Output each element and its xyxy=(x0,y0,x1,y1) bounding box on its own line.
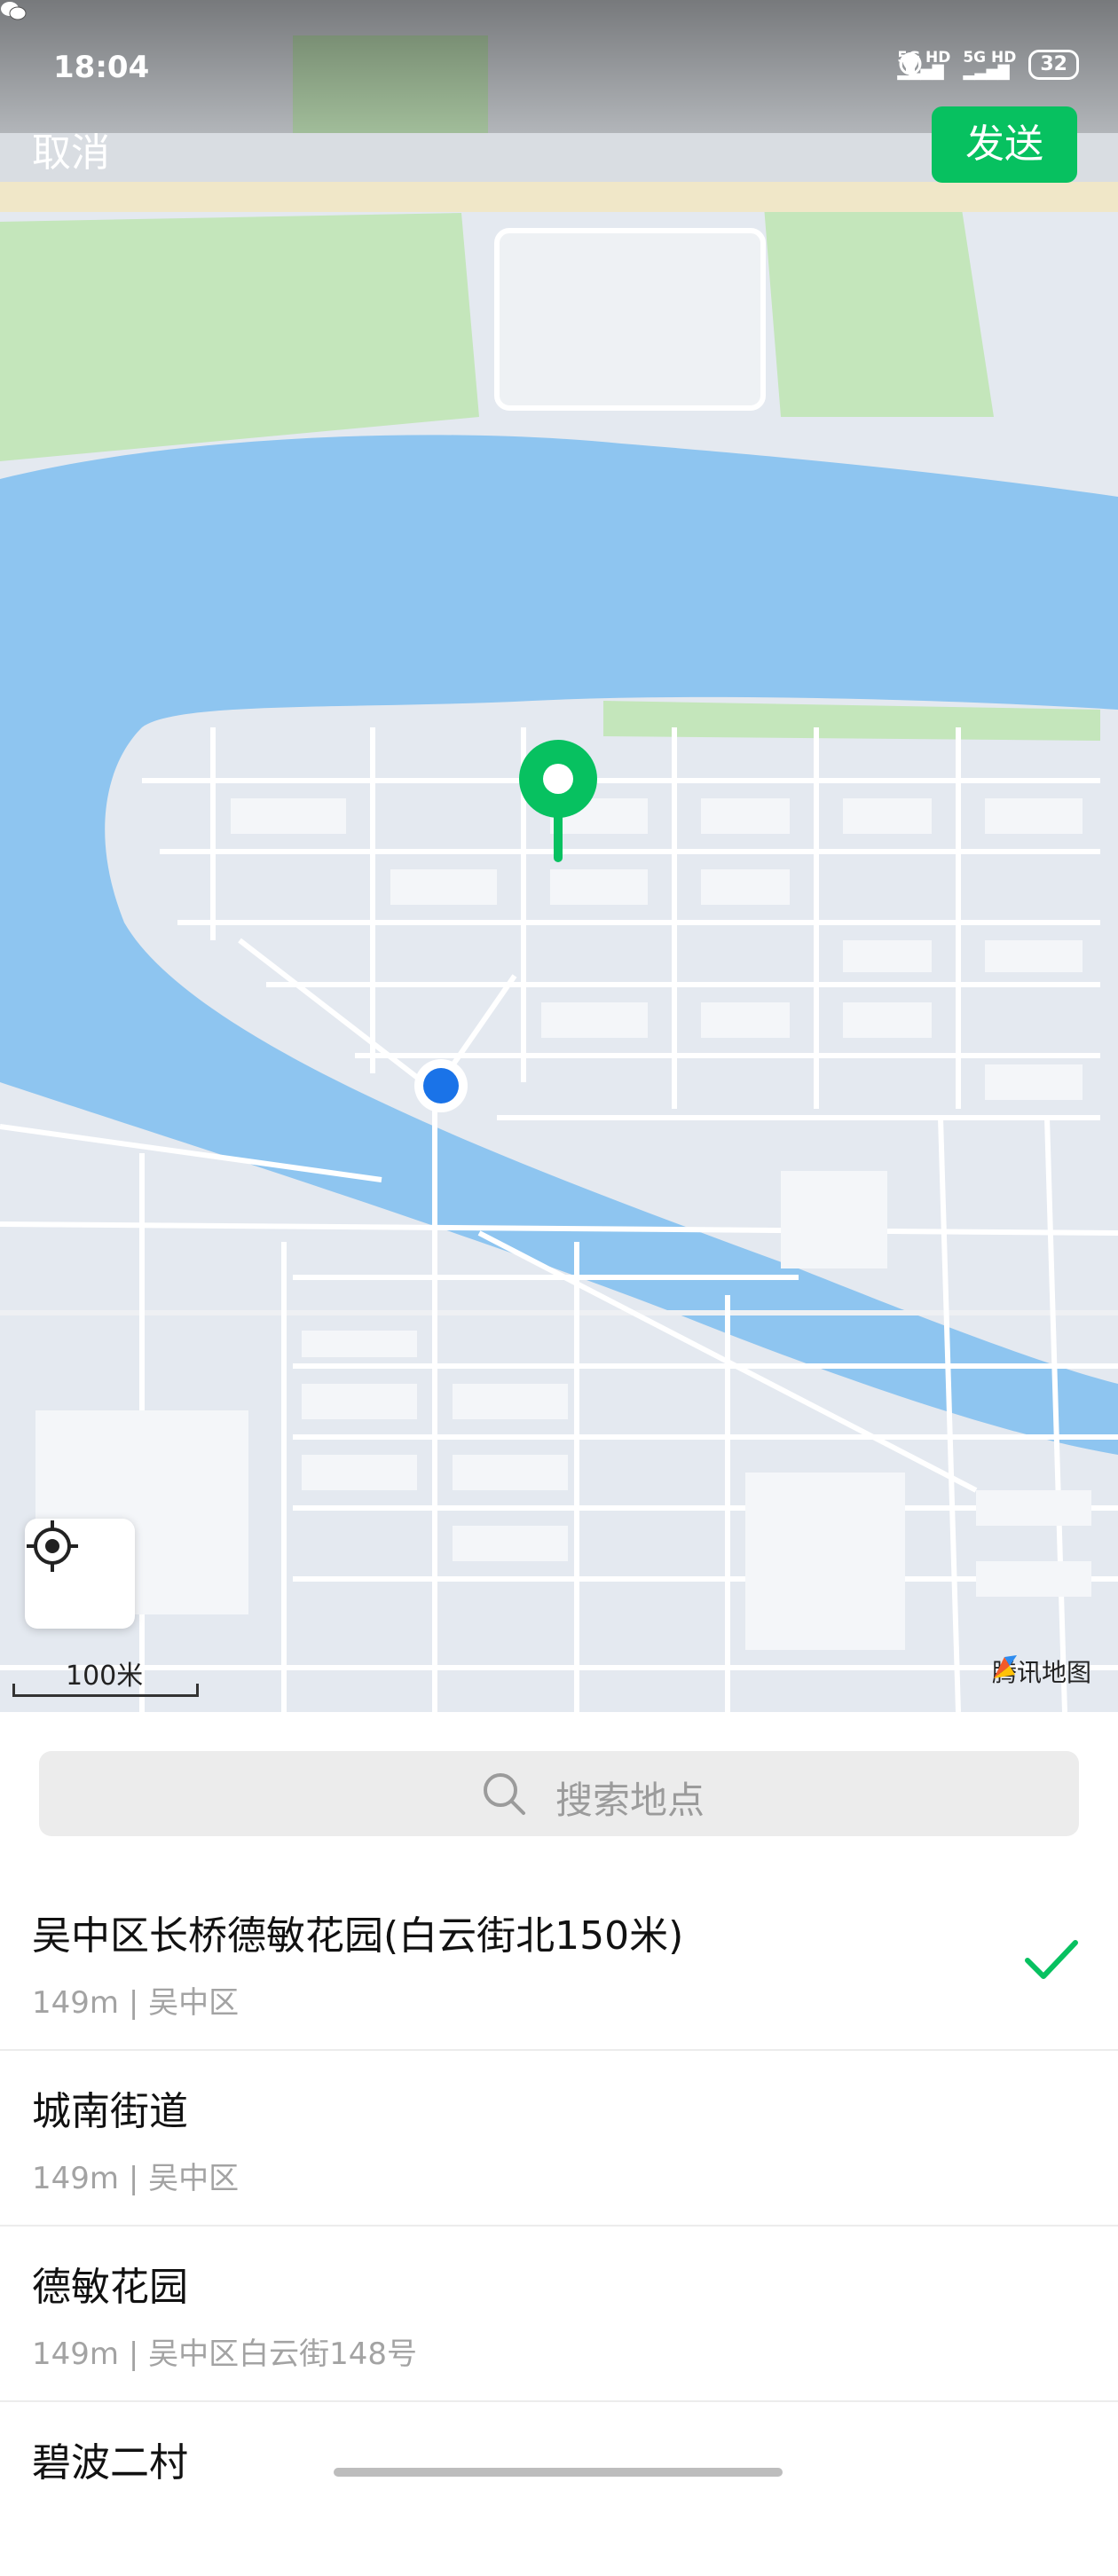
status-right-group: 5G HD ▂▃▅▇ 5G HD ▂▃▅▇ 32 xyxy=(897,50,1079,80)
wechat-icon xyxy=(1,2,27,20)
search-icon xyxy=(484,1773,525,1815)
map-scale-bar xyxy=(12,1684,199,1697)
list-item-subtitle: 149m | 吴中区 xyxy=(32,2161,240,2196)
send-button[interactable]: 发送 xyxy=(932,106,1077,183)
list-item-subtitle: 149m | 吴中区白云街148号 xyxy=(32,2336,417,2372)
search-placeholder: 搜索地点 xyxy=(555,1779,705,1822)
crosshair-icon xyxy=(27,1520,78,1572)
list-item[interactable]: 德敏花园 149m | 吴中区白云街148号 xyxy=(0,2227,1118,2402)
list-item[interactable]: 碧波二村 xyxy=(0,2402,1118,2576)
list-item[interactable]: 城南街道 149m | 吴中区 xyxy=(0,2051,1118,2227)
map-main-road xyxy=(0,182,1118,212)
list-item-title: 德敏花园 xyxy=(32,2265,188,2310)
cancel-button[interactable]: 取消 xyxy=(32,121,110,177)
list-item-title: 碧波二村 xyxy=(32,2440,188,2486)
map-park-north-east xyxy=(763,186,994,417)
checkmark-icon xyxy=(1025,1940,1078,1979)
map-campus xyxy=(494,228,766,411)
locate-me-button[interactable] xyxy=(25,1519,135,1629)
battery-indicator: 32 xyxy=(1028,50,1079,80)
list-item[interactable]: 吴中区长桥德敏花园(白云街北150米) 149m | 吴中区 xyxy=(0,1875,1118,2051)
tencent-map-logo-icon xyxy=(993,1655,1017,1678)
signal-2: 5G HD ▂▃▅▇ xyxy=(963,49,1017,81)
home-indicator[interactable] xyxy=(334,2468,783,2477)
map-canvas[interactable] xyxy=(0,0,1118,1712)
user-location-dot-icon xyxy=(414,1059,468,1112)
search-input[interactable]: 搜索地点 xyxy=(39,1751,1079,1836)
map-view[interactable]: 18:04 5G HD ▂▃▅▇ 5G HD ▂▃▅▇ 32 取消 发送 100… xyxy=(0,0,1118,1712)
list-item-title: 吴中区长桥德敏花园(白云街北150米) xyxy=(32,1913,684,1959)
status-time: 18:04 xyxy=(53,50,150,85)
map-brand: 腾讯地图 xyxy=(992,1653,1091,1689)
list-item-title: 城南街道 xyxy=(32,2089,188,2134)
list-item-subtitle: 149m | 吴中区 xyxy=(32,1985,240,2021)
vibrate-icon xyxy=(901,53,921,73)
